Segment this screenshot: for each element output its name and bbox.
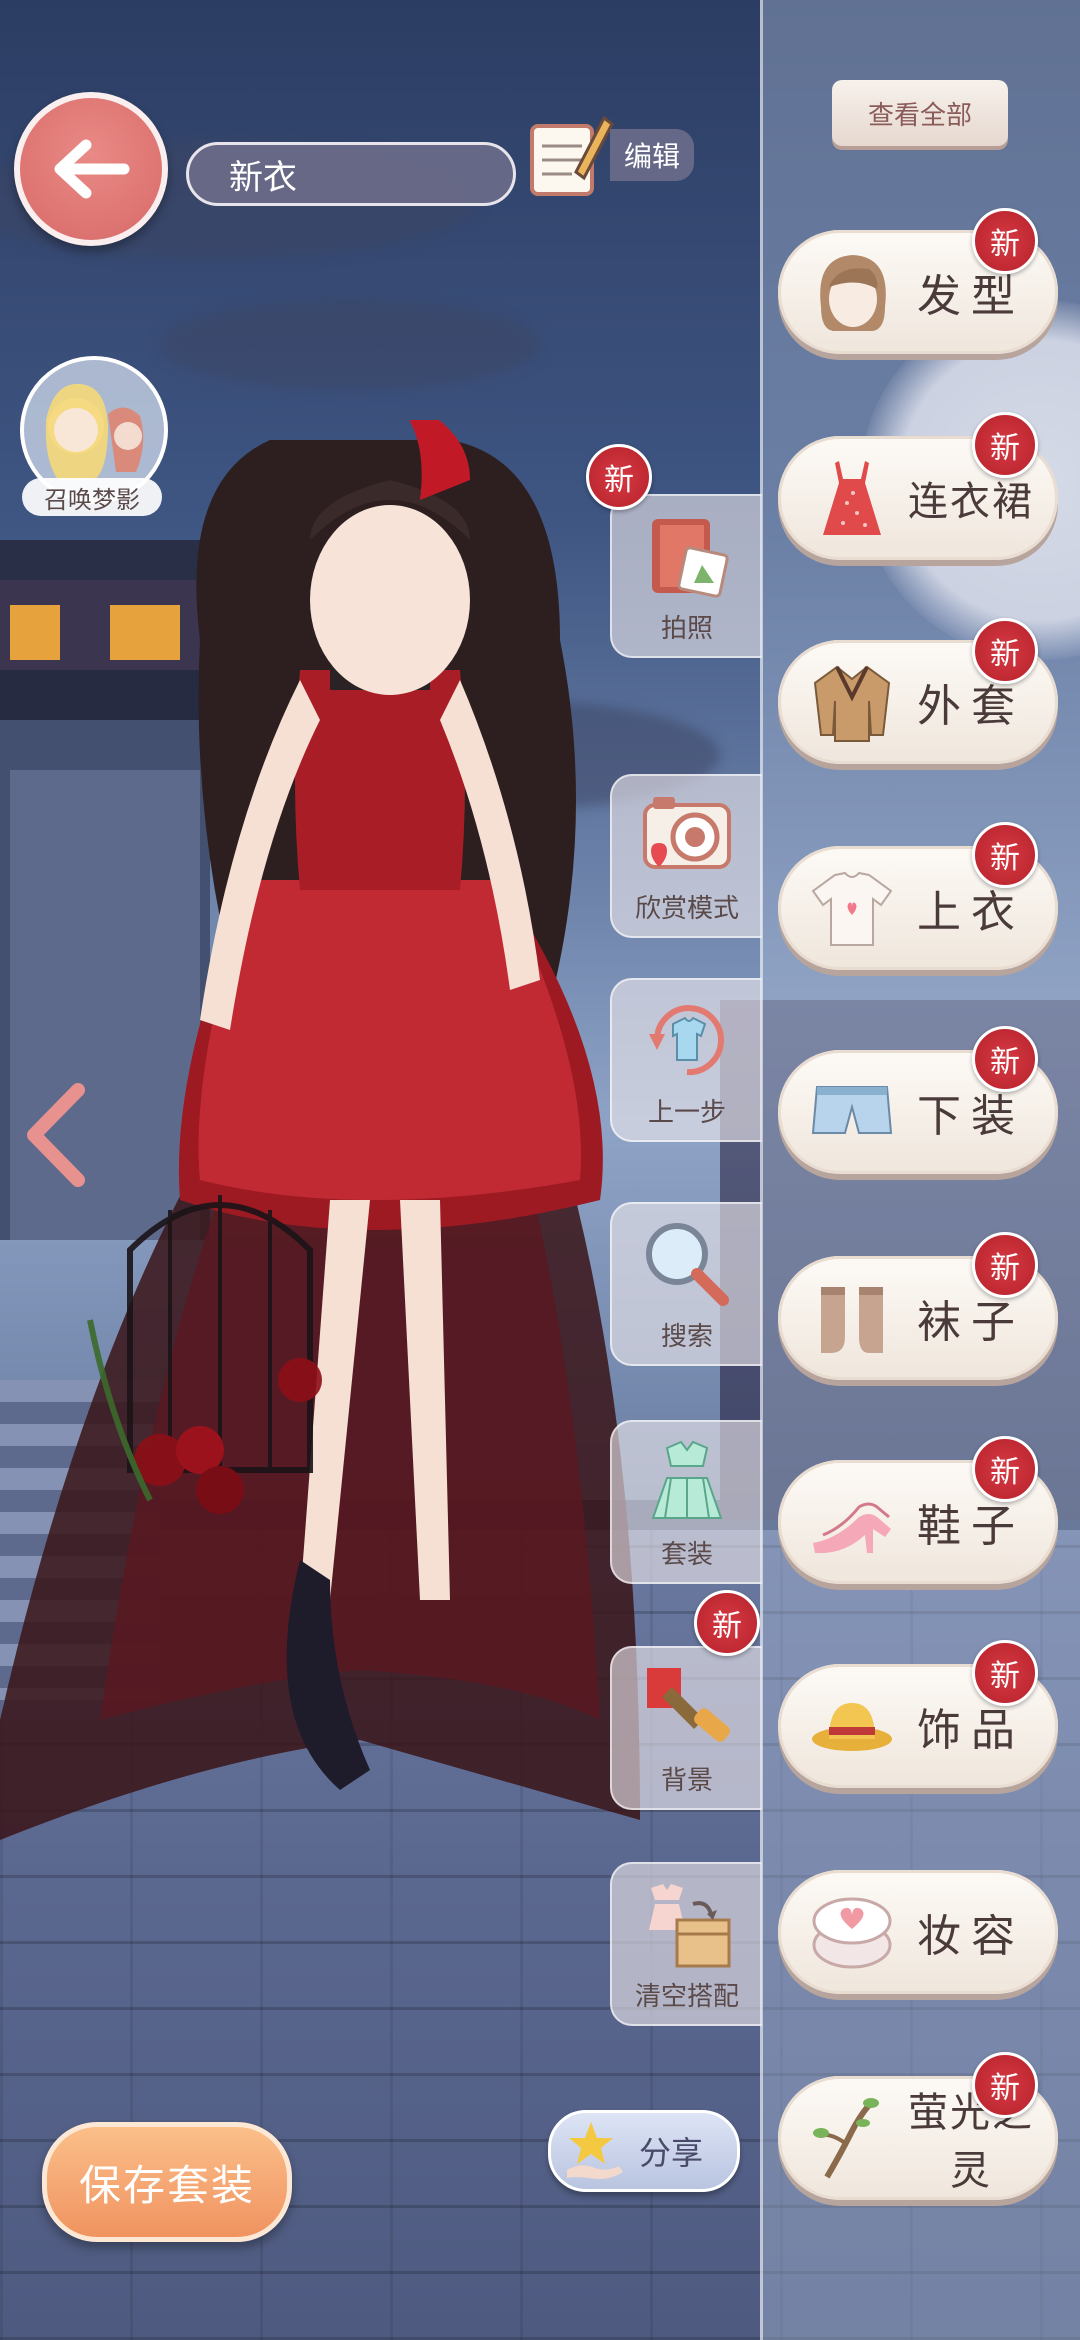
photo-new-badge: 新 [586, 444, 652, 510]
photo-button[interactable]: 拍照 [610, 494, 762, 658]
shorts-icon [804, 1064, 900, 1160]
bottom-new-badge: 新 [972, 1026, 1038, 1092]
share-button[interactable]: 分享 [548, 2110, 740, 2192]
shirt-icon [804, 860, 900, 956]
edit-button[interactable]: 编辑 [526, 110, 696, 200]
compact-blush-icon [804, 1884, 900, 1980]
high-heel-icon [804, 1474, 900, 1570]
socks-icon [804, 1270, 900, 1366]
shoes-label: 鞋子 [917, 1501, 1025, 1552]
coat-new-badge: 新 [972, 618, 1038, 684]
clear-box-icon [637, 1874, 737, 1974]
makeup-label: 妆容 [917, 1911, 1025, 1962]
hair-label: 发型 [917, 271, 1025, 322]
hat-icon [804, 1678, 900, 1774]
coat-icon [804, 654, 900, 750]
set-button[interactable]: 套装 [610, 1420, 762, 1584]
branch-icon [804, 2090, 900, 2186]
summon-button[interactable]: 召唤梦影 [14, 356, 168, 516]
clear-outfit-label: 清空搭配 [634, 1982, 739, 2012]
camera-icon [637, 786, 737, 886]
coat-label: 外套 [917, 681, 1025, 732]
dress-icon [804, 450, 900, 546]
accessories-new-badge: 新 [972, 1640, 1038, 1706]
paint-brush-icon [637, 1658, 737, 1758]
bottom-label: 下装 [917, 1091, 1025, 1142]
photo-album-icon [637, 506, 737, 606]
edit-label: 编辑 [610, 129, 695, 181]
appreciate-mode-button[interactable]: 欣赏模式 [610, 774, 762, 938]
hair-icon [804, 244, 900, 340]
clear-outfit-button[interactable]: 清空搭配 [610, 1862, 762, 2026]
search-button[interactable]: 搜索 [610, 1202, 762, 1366]
background-label: 背景 [660, 1766, 713, 1796]
back-button[interactable] [14, 92, 168, 246]
set-label: 套装 [660, 1540, 713, 1570]
previous-arrow-icon[interactable] [20, 1080, 90, 1190]
photo-label: 拍照 [660, 614, 713, 644]
accessories-label: 饰品 [917, 1705, 1025, 1756]
socks-label: 袜子 [917, 1297, 1025, 1348]
undo-shirt-icon [637, 990, 737, 1090]
share-label: 分享 [639, 2134, 704, 2172]
top-label: 上衣 [917, 887, 1025, 938]
background-button[interactable]: 背景 [610, 1646, 762, 1810]
dress-label: 连衣裙 [908, 479, 1034, 525]
outfit-name-text: 新衣 [229, 157, 297, 198]
undo-label: 上一步 [647, 1098, 726, 1128]
top-new-badge: 新 [972, 822, 1038, 888]
summon-label: 召唤梦影 [22, 478, 162, 516]
search-label: 搜索 [660, 1322, 713, 1352]
firefly-new-badge: 新 [972, 2052, 1038, 2118]
outfit-name-field[interactable]: 新衣 [186, 142, 516, 206]
dress-new-badge: 新 [972, 412, 1038, 478]
category-makeup[interactable]: 妆容 [778, 1870, 1058, 1994]
arrow-left-icon [54, 139, 130, 199]
dress-set-icon [637, 1432, 737, 1532]
undo-button[interactable]: 上一步 [610, 978, 762, 1142]
star-hand-icon [567, 2122, 623, 2180]
view-all-button[interactable]: 查看全部 [832, 80, 1008, 146]
magnifier-icon [637, 1214, 737, 1314]
hair-new-badge: 新 [972, 208, 1038, 274]
background-new-badge: 新 [694, 1590, 760, 1656]
cloud [160, 300, 540, 390]
notepad-pencil-icon [530, 115, 614, 196]
appreciate-mode-label: 欣赏模式 [634, 894, 739, 924]
save-outfit-button[interactable]: 保存套装 [42, 2122, 292, 2242]
shoes-new-badge: 新 [972, 1436, 1038, 1502]
socks-new-badge: 新 [972, 1232, 1038, 1298]
